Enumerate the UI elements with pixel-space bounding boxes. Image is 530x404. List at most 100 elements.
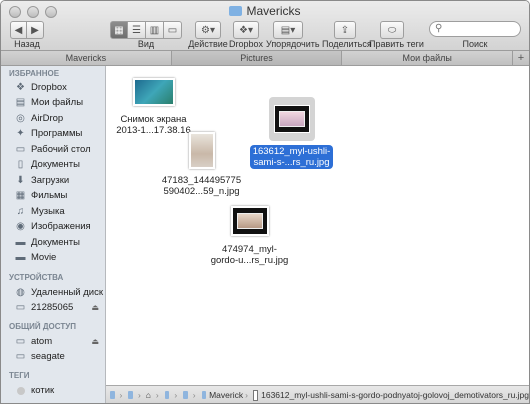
file-name-selected: 163612_myl-ushli-sami-s-...rs_ru.jpg (249, 145, 334, 169)
share-button[interactable]: ⇪ (334, 21, 356, 39)
sidebar-item-airdrop[interactable]: ◎ AirDrop (15, 111, 103, 126)
folder-icon[interactable] (164, 391, 170, 399)
edit-tags-button[interactable]: ⬭ (380, 21, 404, 39)
tab-pictures[interactable]: Pictures (171, 51, 343, 65)
photo-thumbnail (188, 132, 215, 169)
remote-disc-icon: ◍ (16, 287, 25, 298)
path-separator: › (119, 390, 123, 400)
coverflow-icon: ▭ (167, 24, 178, 36)
computer-icon: ▭ (15, 351, 26, 362)
action-label: Действие (188, 39, 228, 49)
folder-icon: ▬ (15, 237, 26, 248)
sidebar-item-remote-disc[interactable]: ◍ Удаленный диск (15, 285, 103, 300)
tags-header: ТЕГИ (9, 371, 30, 380)
tab-my-files[interactable]: Мои файлы (342, 51, 514, 65)
folder-icon: ▬ (15, 252, 26, 263)
sidebar-item-tag-kotik[interactable]: котик (15, 383, 103, 398)
file-item[interactable]: 474974_myl- gordo-u...rs_ru.jpg (202, 206, 297, 266)
folder-icon[interactable] (201, 391, 207, 399)
file-item[interactable]: 47183_144495775 590402...59_n.jpg (154, 132, 249, 197)
new-tab-button[interactable]: + (513, 51, 529, 65)
path-separator: › (174, 390, 178, 400)
movies-icon: ▦ (15, 190, 26, 201)
sidebar-item-music[interactable]: ♫ Музыка (15, 204, 103, 219)
coverflow-view-button[interactable]: ▭ (164, 21, 182, 39)
window-title: Mavericks (1, 4, 529, 18)
folder-icon[interactable] (128, 391, 133, 399)
favorites-header: ИЗБРАННОЕ (9, 69, 60, 78)
sidebar-item-movies[interactable]: ▦ Фильмы (15, 188, 103, 203)
pictures-icon: ◉ (16, 221, 25, 232)
music-icon: ♫ (16, 206, 25, 217)
eject-icon[interactable]: ⏏ (91, 337, 99, 346)
search-input[interactable]: ⚲ (429, 21, 521, 37)
selection-highlight (268, 97, 315, 141)
tags-group: ⬭ (380, 21, 404, 39)
file-name-line1: 474974_myl- (222, 244, 277, 255)
file-item[interactable]: Снимок экрана 2013-1...17.38.16 (106, 78, 201, 136)
list-view-button[interactable]: ☰ (128, 21, 146, 39)
file-item-selected[interactable]: 163612_myl-ushli-sami-s-...rs_ru.jpg (244, 97, 339, 169)
downloads-icon: ⬇ (16, 175, 25, 186)
sidebar-item-desktop[interactable]: ▭ Рабочий стол (15, 142, 103, 157)
sidebar-item-applications[interactable]: ✦ Программы (15, 126, 103, 141)
demotivator-thumbnail (273, 105, 310, 133)
forward-button[interactable]: ▶ (27, 21, 44, 39)
file-name-wrapper: 163612_myl-ushli-sami-s-...rs_ru.jpg (244, 145, 339, 169)
share-group: ⇪ (334, 21, 356, 39)
path-current-folder[interactable]: Maverick (209, 390, 243, 400)
arrange-icon: ▤▾ (280, 24, 296, 36)
folder-icon (229, 6, 243, 16)
sidebar-item-movie-folder[interactable]: ▬ Movie (15, 250, 103, 265)
share-label: Поделиться (322, 39, 372, 49)
action-group: ⚙▾ (195, 21, 221, 39)
dropbox-icon: ❖ (16, 82, 25, 93)
sidebar-item-atom[interactable]: ▭ atom ⏏ (15, 334, 103, 349)
edit-tags-label: Править теги (369, 39, 424, 49)
file-name-line1: 163612_myl-ushli- (252, 146, 331, 157)
path-separator: › (155, 390, 159, 400)
folder-icon[interactable] (183, 391, 188, 399)
sidebar-item-downloads[interactable]: ⬇ Загрузки (15, 173, 103, 188)
sidebar-item-documents[interactable]: ▯ Документы (15, 157, 103, 172)
sidebar-item-seagate[interactable]: ▭ seagate (15, 349, 103, 364)
sidebar-item-all-my-files[interactable]: ▤ Мои файлы (15, 95, 103, 110)
chevron-left-icon: ◀ (14, 24, 23, 36)
path-bar: › › ⌂ › › › Maverick › 163612_myl-ushli-sa… (106, 385, 529, 403)
desktop-icon: ▭ (15, 144, 26, 155)
sidebar-item-pictures[interactable]: ◉ Изображения (15, 219, 103, 234)
icon-view-button[interactable]: ▦ (110, 21, 128, 39)
sidebar-item-dropbox[interactable]: ❖ Dropbox (15, 80, 103, 95)
dropbox-button[interactable]: ❖▾ (233, 21, 259, 39)
back-forward-group: ◀ ▶ (10, 21, 44, 39)
devices-header: УСТРОЙСТВА (9, 273, 64, 282)
dropbox-icon: ❖▾ (239, 24, 253, 36)
path-separator: › (137, 390, 141, 400)
search-label: Поиск (462, 39, 488, 49)
sidebar-item-disk[interactable]: ▭ 21285065 ⏏ (15, 300, 103, 315)
column-view-button[interactable]: ▥ (146, 21, 164, 39)
title-bar: Mavericks ◀ ▶ Назад ▦ ☰ ▥ ▭ Вид ⚙▾ Дейст… (1, 1, 529, 51)
home-icon[interactable]: ⌂ (146, 390, 151, 400)
path-file[interactable]: 163612_myl-ushli-sami-s-gordo-podnyatoj-… (261, 390, 529, 400)
shared-header: ОБЩИЙ ДОСТУП (9, 322, 76, 331)
file-icon (252, 389, 259, 401)
gear-icon: ⚙▾ (201, 24, 215, 36)
sidebar-item-documents-folder[interactable]: ▬ Документы (15, 235, 103, 250)
dropbox-label: Dropbox (229, 39, 264, 49)
airdrop-icon: ◎ (16, 113, 25, 124)
eject-icon[interactable]: ⏏ (91, 303, 99, 312)
file-name-line2: gordo-u...rs_ru.jpg (210, 255, 289, 266)
computer-icon: ▭ (15, 336, 26, 347)
share-icon: ⇪ (340, 24, 350, 36)
path-separator: › (245, 390, 248, 400)
back-button[interactable]: ◀ (10, 21, 27, 39)
applications-icon: ✦ (16, 128, 25, 139)
tab-mavericks[interactable]: Mavericks (1, 51, 172, 65)
grid-icon: ▦ (114, 24, 124, 36)
arrange-button[interactable]: ▤▾ (273, 21, 303, 39)
file-name-line2: sami-s-...rs_ru.jpg (253, 157, 330, 168)
action-button[interactable]: ⚙▾ (195, 21, 221, 39)
view-mode-group: ▦ ☰ ▥ ▭ (110, 21, 182, 39)
disk-icon[interactable] (110, 391, 115, 399)
